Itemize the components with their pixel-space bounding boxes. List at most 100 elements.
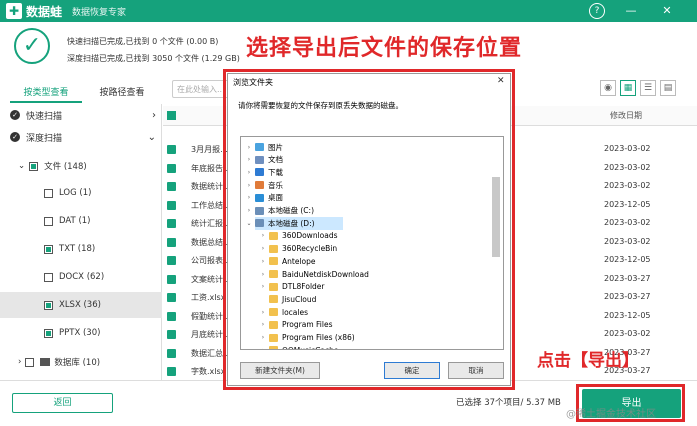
drive-icon [255, 219, 264, 228]
chevron-right-icon[interactable]: › [245, 144, 253, 151]
tree-item-downloads[interactable]: › 下载 [245, 166, 283, 178]
row-checkbox[interactable] [167, 293, 176, 302]
cancel-button[interactable]: 取消 [448, 362, 504, 379]
row-checkbox[interactable] [167, 348, 176, 358]
sidebar-item-txt[interactable]: TXT (18) [44, 244, 95, 254]
checkbox[interactable] [44, 244, 53, 254]
checkbox[interactable] [44, 188, 53, 198]
tree-item-documents[interactable]: › 文档 [245, 154, 283, 166]
sidebar-item-files[interactable]: ⌄ 文件 (148) [18, 160, 87, 172]
help-button[interactable]: ? [589, 3, 605, 19]
tree-scrollbar[interactable] [492, 177, 500, 257]
row-checkbox[interactable] [167, 145, 176, 154]
row-checkbox[interactable] [167, 237, 176, 247]
row-date: 2023-03-02 [604, 329, 651, 338]
tree-item-drive-c[interactable]: › 本地磁盘 (C:) [245, 205, 314, 217]
tree-item-drive-d[interactable]: ⌄ 本地磁盘 (D:) [245, 217, 314, 229]
sidebar-item-docx[interactable]: DOCX (62) [44, 272, 104, 282]
sidebar-item-label: PPTX (30) [59, 328, 101, 338]
chevron-down-icon[interactable]: ⌄ [245, 220, 253, 227]
tree-item-folder[interactable]: › BaiduNetdiskDownload [259, 268, 369, 280]
chevron-right-icon[interactable]: › [245, 169, 253, 176]
row-checkbox[interactable] [167, 219, 176, 228]
row-date: 2023-03-02 [604, 236, 651, 246]
ok-button[interactable]: 确定 [384, 362, 440, 379]
checkbox[interactable] [29, 161, 39, 171]
tree-item-folder[interactable]: › Antelope [259, 255, 316, 267]
new-folder-button[interactable]: 新建文件夹(M) [240, 362, 320, 379]
row-checkbox[interactable] [167, 330, 176, 339]
sidebar-item-label: 文件 (148) [44, 162, 87, 172]
checkbox[interactable] [44, 272, 53, 282]
folder-icon [269, 333, 278, 342]
chevron-right-icon[interactable]: › [259, 321, 267, 328]
dialog-close-icon[interactable]: ✕ [497, 76, 505, 86]
tree-item-folder[interactable]: › 360Downloads [259, 230, 338, 242]
checkbox[interactable] [44, 216, 53, 226]
sidebar-item-pptx[interactable]: PPTX (30) [44, 328, 100, 338]
chevron-right-icon[interactable]: › [245, 207, 253, 214]
row-checkbox[interactable] [167, 182, 176, 191]
checkbox[interactable] [44, 328, 53, 338]
row-checkbox[interactable] [167, 367, 176, 376]
tree-item-label: 下载 [268, 167, 283, 177]
tree-item-folder[interactable]: › Program Files [259, 319, 333, 331]
tree-item-label: BaiduNetdiskDownload [282, 269, 369, 279]
folder-icon [269, 257, 278, 266]
tree-item-folder[interactable]: › locales [259, 306, 308, 318]
chevron-right-icon[interactable]: › [259, 347, 267, 349]
checkbox[interactable] [44, 300, 53, 310]
tree-item-music[interactable]: › 音乐 [245, 179, 283, 191]
tree-item-folder[interactable]: › 360RecycleBin [259, 243, 337, 255]
chevron-right-icon[interactable]: › [259, 258, 267, 265]
scan-complete-icon: ✓ [14, 28, 50, 64]
database-icon [40, 358, 51, 366]
row-checkbox[interactable] [167, 200, 176, 210]
deep-scan-group[interactable]: ✓ 深度扫描 ⌄ [0, 126, 162, 148]
tree-item-folder[interactable]: JisuCloud [259, 293, 316, 305]
back-button[interactable]: 返回 [12, 393, 113, 413]
selection-status: 已选择 37个项目/ 5.37 MB [456, 398, 561, 408]
sidebar-item-log[interactable]: LOG (1) [44, 188, 91, 198]
tab-by-path[interactable]: 按路径查看 [86, 85, 158, 103]
close-button[interactable]: ✕ [659, 3, 675, 19]
chevron-right-icon[interactable]: › [245, 156, 253, 163]
row-date: 2023-03-02 [604, 144, 651, 153]
row-checkbox[interactable] [167, 311, 176, 321]
chevron-right-icon[interactable]: › [259, 232, 267, 239]
drive-icon [255, 206, 264, 215]
row-checkbox[interactable] [167, 256, 176, 265]
dialog-prompt: 请你将需要恢复的文件保存到原丢失数据的磁盘。 [238, 101, 403, 110]
sidebar-item-database[interactable]: › 数据库 (10) [18, 356, 100, 368]
tree-item-folder[interactable]: › QQMusicCache [259, 344, 338, 349]
chevron-right-icon[interactable]: › [245, 194, 253, 201]
checkbox[interactable] [25, 357, 35, 367]
chevron-right-icon[interactable]: › [259, 245, 267, 252]
tree-item-label: 音乐 [268, 180, 283, 190]
row-checkbox[interactable] [167, 163, 176, 173]
detail-view-icon[interactable]: ▤ [660, 80, 676, 96]
tree-item-folder[interactable]: › DTL8Folder [259, 281, 325, 293]
quick-scan-group[interactable]: ✓ 快速扫描 › [0, 104, 162, 126]
select-all-checkbox[interactable] [167, 111, 176, 120]
chevron-right-icon[interactable]: › [259, 271, 267, 278]
chevron-right-icon[interactable]: › [259, 309, 267, 316]
preview-eye-icon[interactable]: ◉ [600, 80, 616, 96]
grid-view-icon[interactable]: ▦ [620, 80, 636, 96]
chevron-right-icon[interactable]: › [259, 283, 267, 290]
minimize-button[interactable]: — [623, 3, 639, 19]
sidebar-item-label: XLSX (36) [59, 300, 101, 310]
row-checkbox[interactable] [167, 274, 176, 284]
chevron-right-icon[interactable]: › [245, 182, 253, 189]
sidebar-item-xlsx[interactable]: XLSX (36) [44, 300, 101, 310]
tree-item-desktop[interactable]: › 桌面 [245, 192, 283, 204]
sidebar-item-dat[interactable]: DAT (1) [44, 216, 91, 226]
tree-item-pictures[interactable]: › 图片 [245, 141, 283, 153]
column-header-date[interactable]: 修改日期 [610, 110, 642, 121]
list-view-icon[interactable]: ☰ [640, 80, 656, 96]
tree-item-folder[interactable]: › Program Files (x86) [259, 332, 355, 344]
chevron-right-icon[interactable]: › [259, 334, 267, 341]
tab-by-type[interactable]: 按类型查看 [10, 85, 82, 103]
tree-item-label: locales [282, 307, 308, 317]
tree-item-label: Program Files [282, 320, 333, 330]
